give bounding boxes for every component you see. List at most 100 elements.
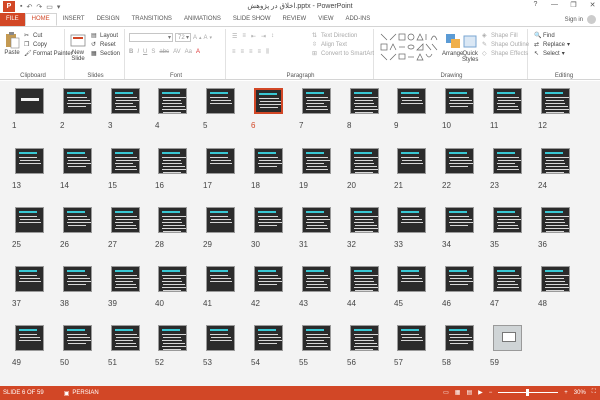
text-direction-button[interactable]: ⇅ Text Direction [312,31,374,40]
slide-thumbnail[interactable] [445,207,474,233]
new-slide-button[interactable]: New Slide [70,32,86,62]
bullets-icon[interactable]: ☰ [232,33,237,40]
increase-indent-icon[interactable]: ⇥ [261,33,266,40]
avatar[interactable] [587,15,596,24]
tab-design[interactable]: DESIGN [91,13,126,26]
slide-thumbnail[interactable] [350,148,379,174]
bold-button[interactable]: B [129,49,133,55]
slide-thumbnail[interactable] [63,148,92,174]
tab-file[interactable]: FILE [0,13,25,26]
slide-thumbnail[interactable] [158,148,187,174]
maximize-icon[interactable]: ❐ [568,1,579,9]
tab-add-ins[interactable]: ADD-INS [340,13,377,26]
slide-thumbnail[interactable] [206,207,235,233]
paste-button[interactable]: Paste [4,32,20,56]
close-icon[interactable]: ✕ [587,1,598,9]
slide-thumbnail[interactable] [111,207,140,233]
zoom-slider[interactable] [498,389,559,396]
slide-thumbnail[interactable] [158,88,187,114]
shapes-gallery[interactable] [379,32,439,62]
slide-thumbnail[interactable] [302,266,331,292]
slide-thumbnail[interactable] [302,207,331,233]
zoom-out-icon[interactable]: − [489,390,493,396]
section-button[interactable]: ▦ Section [91,49,120,58]
slide-thumbnail[interactable] [254,325,283,351]
slide-sorter-view-icon[interactable]: ▦ [455,389,461,396]
slide-thumbnail[interactable] [63,325,92,351]
tab-insert[interactable]: INSERT [57,13,91,26]
slide-thumbnail[interactable] [111,325,140,351]
change-case-button[interactable]: Aa [185,49,192,55]
slide-thumbnail[interactable] [541,148,570,174]
slide-thumbnail[interactable] [111,148,140,174]
slide-thumbnail[interactable] [302,88,331,114]
normal-view-icon[interactable]: ▭ [443,389,449,396]
line-spacing-icon[interactable]: ↕ [271,33,274,40]
slide-thumbnail[interactable] [493,148,522,174]
character-spacing-button[interactable]: AV [173,49,181,55]
strikethrough-text-button[interactable]: abc [159,49,169,55]
slide-thumbnail[interactable] [206,148,235,174]
slide-thumbnail[interactable] [350,325,379,351]
slide-thumbnail[interactable] [350,88,379,114]
slide-thumbnail[interactable] [158,266,187,292]
slide-thumbnail[interactable] [445,88,474,114]
format-painter-button[interactable]: 🖌 Format Painter [24,49,73,58]
justify-icon[interactable]: ≡ [258,49,262,56]
save-icon[interactable]: ▪ [20,3,22,10]
numbering-icon[interactable]: ≡ [242,33,246,40]
slideshow-view-icon[interactable]: ▶ [478,389,483,396]
convert-smartart-button[interactable]: ⊞ Convert to SmartArt [312,49,374,58]
help-icon[interactable]: ? [530,1,541,9]
slide-thumbnail[interactable] [111,266,140,292]
slide-thumbnail[interactable] [397,266,426,292]
slide-thumbnail[interactable] [15,88,44,114]
align-left-icon[interactable]: ≡ [232,49,236,56]
select-button[interactable]: ↖ Select ▾ [534,49,570,58]
slide-thumbnail[interactable] [302,148,331,174]
shape-outline-button[interactable]: ✎ Shape Outline [482,40,529,49]
slide-thumbnail[interactable] [206,88,235,114]
font-color-button[interactable]: A [196,49,200,55]
align-right-icon[interactable]: ≡ [249,49,253,56]
font-size-combo[interactable]: 72 ▾ [175,33,191,42]
slide-thumbnail[interactable] [397,88,426,114]
slide-thumbnail[interactable] [493,266,522,292]
slide-thumbnail[interactable] [397,148,426,174]
slide-thumbnail[interactable] [397,207,426,233]
reading-view-icon[interactable]: ▤ [466,389,472,396]
slide-thumbnail[interactable] [63,266,92,292]
zoom-in-icon[interactable]: + [564,390,568,396]
zoom-slider-thumb[interactable] [526,389,530,396]
align-text-button[interactable]: ⇳ Align Text [312,40,374,49]
tab-review[interactable]: REVIEW [277,13,313,26]
slide-thumbnail[interactable] [350,207,379,233]
slide-thumbnail[interactable] [493,207,522,233]
tab-slide-show[interactable]: SLIDE SHOW [227,13,277,26]
slide-thumbnail[interactable] [397,325,426,351]
slide-thumbnail[interactable] [445,148,474,174]
start-slideshow-icon[interactable]: ▭ [46,3,53,11]
slide-thumbnail[interactable] [15,325,44,351]
slide-thumbnail[interactable] [541,88,570,114]
copy-button[interactable]: ❐ Copy [24,40,73,49]
underline-button[interactable]: U [143,49,147,55]
slide-thumbnail[interactable] [302,325,331,351]
fit-to-window-icon[interactable]: ⛶ [592,389,596,396]
slide-thumbnail[interactable] [63,207,92,233]
font-name-combo[interactable]: ▾ [129,33,173,42]
slide-thumbnail[interactable] [63,88,92,114]
slide-thumbnail[interactable] [493,325,522,351]
tab-transitions[interactable]: TRANSITIONS [126,13,178,26]
decrease-indent-icon[interactable]: ⇤ [251,33,256,40]
redo-icon[interactable]: ↷ [36,3,42,11]
slide-thumbnail[interactable] [15,266,44,292]
strikethrough-button[interactable]: S [151,49,155,55]
arrange-button[interactable]: Arrange [442,33,463,57]
zoom-level[interactable]: 30% [574,390,586,396]
layout-button[interactable]: ▤ Layout [91,31,120,40]
minimize-icon[interactable]: — [549,1,560,9]
replace-button[interactable]: ⇄ Replace ▾ [534,40,570,49]
shape-effects-button[interactable]: ◇ Shape Effects [482,49,529,58]
slide-thumbnail[interactable] [493,88,522,114]
